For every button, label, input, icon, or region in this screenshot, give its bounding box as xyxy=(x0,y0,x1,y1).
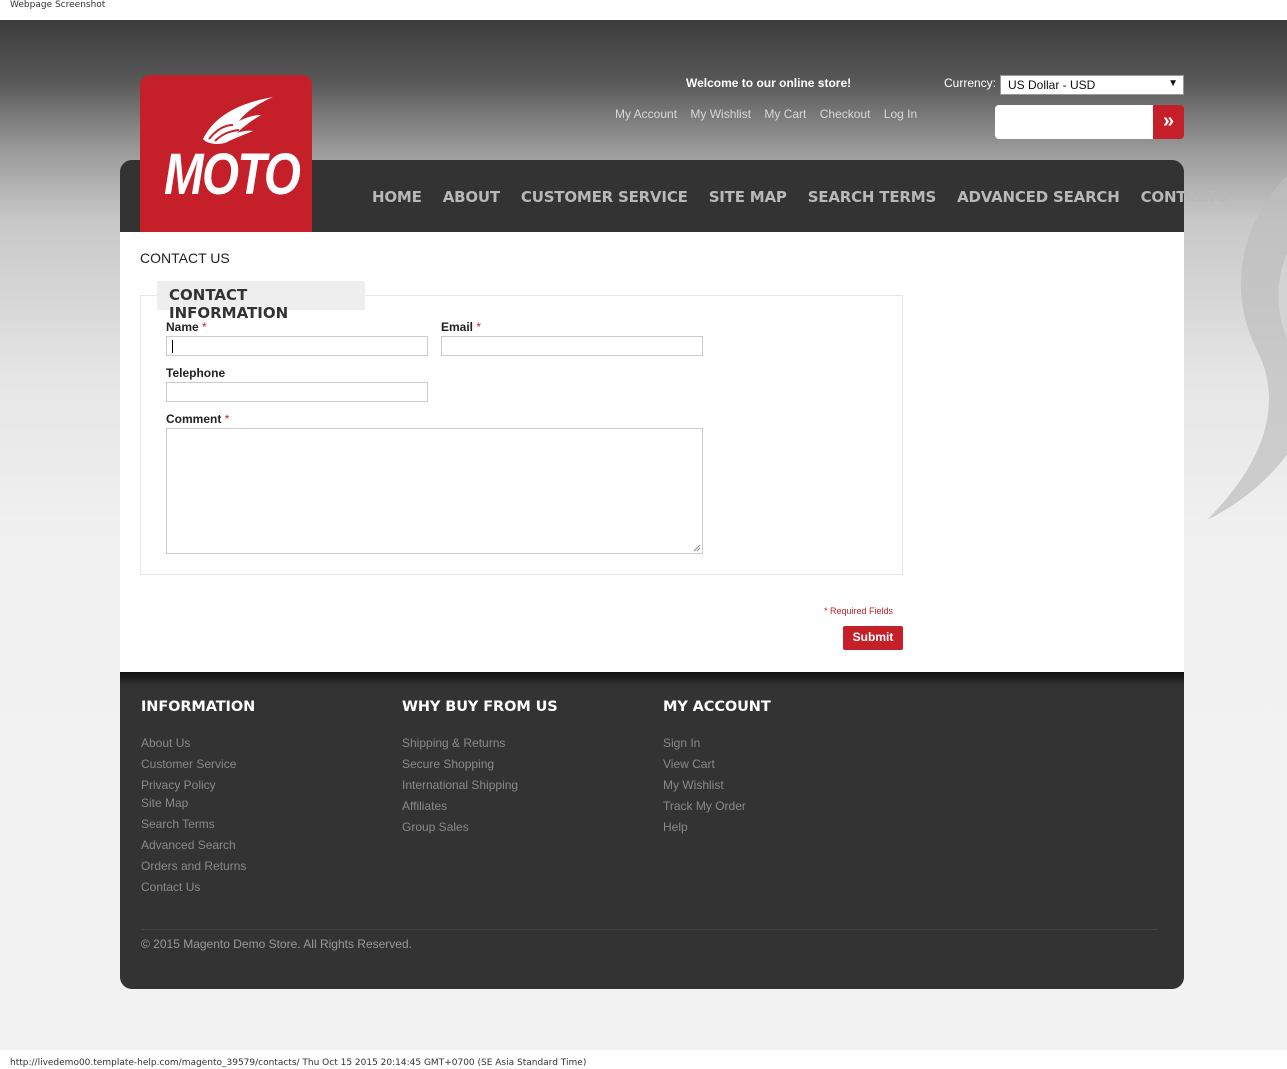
telephone-label-text: Telephone xyxy=(166,366,226,380)
footer-link[interactable]: Orders and Returns xyxy=(141,859,255,880)
double-chevron-right-icon: » xyxy=(1162,110,1175,132)
currency-value: US Dollar - USD xyxy=(1008,78,1096,92)
name-label: Name * xyxy=(166,320,207,334)
footer-link[interactable]: Secure Shopping xyxy=(402,757,558,778)
footer-divider xyxy=(141,929,1157,930)
capture-title: Webpage Screenshot xyxy=(0,0,1287,20)
main-nav: HOME ABOUT CUSTOMER SERVICE SITE MAP SEA… xyxy=(372,188,1249,206)
footer-link[interactable]: Help xyxy=(663,820,771,841)
comment-textarea[interactable] xyxy=(166,428,703,554)
required-mark: * xyxy=(202,320,207,334)
email-label: Email * xyxy=(441,320,481,334)
footer-link[interactable]: Advanced Search xyxy=(141,838,255,859)
toplink-checkout[interactable]: Checkout xyxy=(820,107,871,121)
footer-link[interactable]: Privacy Policy xyxy=(141,778,255,796)
name-label-text: Name xyxy=(166,320,199,334)
footer-link[interactable]: View Cart xyxy=(663,757,771,778)
nav-search-terms[interactable]: SEARCH TERMS xyxy=(808,188,937,206)
toplink-my-account[interactable]: My Account xyxy=(615,107,677,121)
footer-heading: MY ACCOUNT xyxy=(663,699,771,715)
telephone-field[interactable] xyxy=(166,382,428,402)
toplink-my-wishlist[interactable]: My Wishlist xyxy=(690,107,751,121)
currency-select[interactable]: US Dollar - USD ▼ xyxy=(1000,75,1184,95)
footer-link[interactable]: Sign In xyxy=(663,736,771,757)
footer-link[interactable]: Group Sales xyxy=(402,820,558,841)
welcome-message: Welcome to our online store! xyxy=(686,76,852,90)
wing-logo-icon xyxy=(203,97,273,144)
top-links: My Account My Wishlist My Cart Checkout … xyxy=(615,107,927,121)
required-fields-note: * Required Fields xyxy=(824,606,894,616)
toplink-my-cart[interactable]: My Cart xyxy=(764,107,806,121)
search-button[interactable]: » xyxy=(1153,105,1184,139)
currency-label: Currency: xyxy=(944,76,997,90)
required-mark: * xyxy=(476,320,482,334)
submit-button[interactable]: Submit xyxy=(843,626,903,650)
store-logo[interactable]: MOTO xyxy=(140,75,312,232)
footer-column-my-account: MY ACCOUNT Sign In View Cart My Wishlist… xyxy=(663,699,771,841)
nav-contacts[interactable]: CONTACTS xyxy=(1141,188,1229,206)
required-mark: * xyxy=(224,412,230,426)
footer-link[interactable]: About Us xyxy=(141,736,255,757)
fieldset-legend: CONTACT INFORMATION xyxy=(157,281,365,322)
email-label-text: Email xyxy=(441,320,474,334)
copyright-text: © 2015 Magento Demo Store. All Rights Re… xyxy=(141,937,412,951)
comment-label: Comment * xyxy=(166,412,229,426)
footer-link[interactable]: Contact Us xyxy=(141,880,255,901)
footer-link[interactable]: Affiliates xyxy=(402,799,558,820)
email-field[interactable] xyxy=(441,336,703,356)
footer-shadow xyxy=(120,672,1184,686)
footer-link[interactable]: My Wishlist xyxy=(663,778,771,799)
text-cursor xyxy=(172,340,173,353)
logo-text: MOTO xyxy=(164,142,301,207)
footer-heading: INFORMATION xyxy=(141,699,256,715)
nav-advanced-search[interactable]: ADVANCED SEARCH xyxy=(957,188,1120,206)
comment-label-text: Comment xyxy=(166,412,222,426)
nav-about[interactable]: ABOUT xyxy=(443,188,500,206)
footer-link[interactable]: Customer Service xyxy=(141,757,255,778)
wing-decoration-icon xyxy=(1207,175,1287,520)
footer-column-information: INFORMATION About Us Customer Service Pr… xyxy=(141,699,255,901)
resize-handle-icon[interactable] xyxy=(693,544,701,552)
dropdown-arrow-icon: ▼ xyxy=(1168,78,1178,89)
footer-link[interactable]: Track My Order xyxy=(663,799,771,820)
toplink-log-in[interactable]: Log In xyxy=(884,107,917,121)
footer-link[interactable]: Site Map xyxy=(141,796,255,817)
footer-link[interactable]: Shipping & Returns xyxy=(402,736,558,757)
footer-link[interactable]: International Shipping xyxy=(402,778,558,799)
footer-link[interactable]: Search Terms xyxy=(141,817,255,838)
search-input[interactable] xyxy=(995,105,1153,139)
footer-heading: WHY BUY FROM US xyxy=(402,699,558,715)
nav-home[interactable]: HOME xyxy=(372,188,422,206)
nav-customer-service[interactable]: CUSTOMER SERVICE xyxy=(521,188,688,206)
footer-column-why-buy: WHY BUY FROM US Shipping & Returns Secur… xyxy=(402,699,558,841)
telephone-label: Telephone xyxy=(166,366,225,380)
nav-site-map[interactable]: SITE MAP xyxy=(709,188,787,206)
capture-url: http://livedemo00.template-help.com/mage… xyxy=(0,1050,1287,1069)
page-title: CONTACT US xyxy=(140,250,230,266)
name-field[interactable] xyxy=(166,336,428,356)
